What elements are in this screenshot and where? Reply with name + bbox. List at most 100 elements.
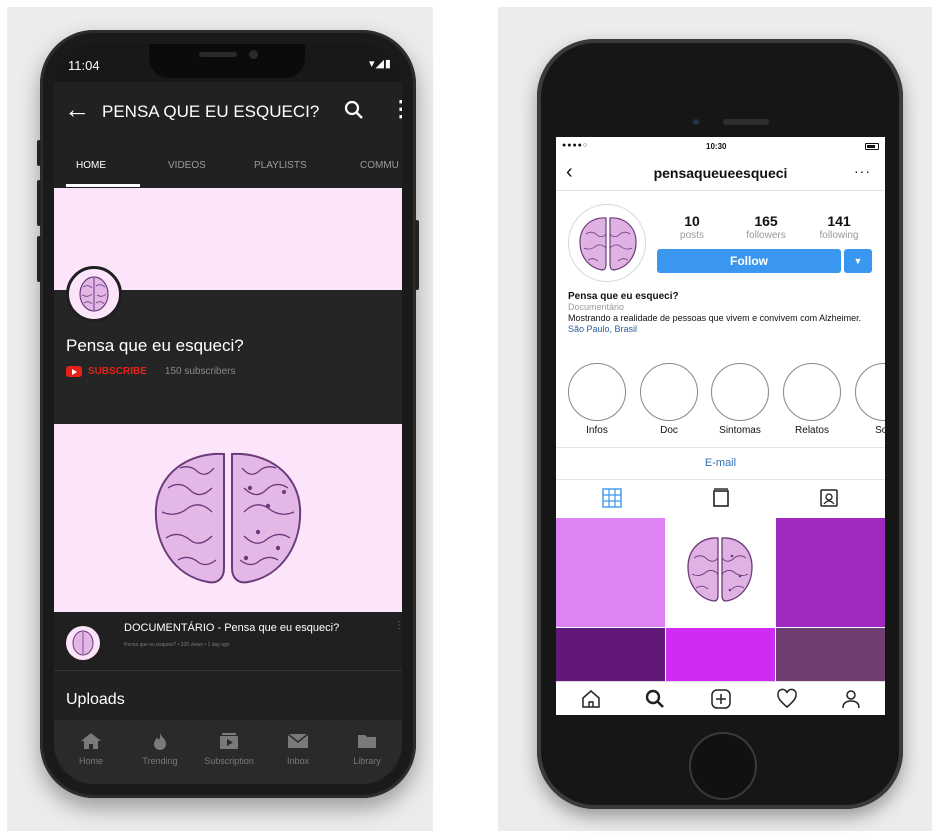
profile-bio: Pensa que eu esqueci? Documentário Mostr… bbox=[568, 291, 868, 335]
flame-icon bbox=[154, 733, 166, 750]
tab-playlists[interactable]: PLAYLISTS bbox=[254, 160, 307, 171]
email-button[interactable]: E-mail bbox=[556, 447, 885, 479]
stat-followers-label: followers bbox=[746, 230, 786, 241]
post-tile[interactable] bbox=[776, 628, 885, 681]
nav-home-label: Home bbox=[78, 756, 103, 766]
post-tile[interactable] bbox=[556, 628, 665, 681]
highlight-label: Doc bbox=[660, 425, 678, 436]
nav-home[interactable]: Home bbox=[56, 720, 126, 784]
bio-location-link[interactable]: São Paulo, Brasil bbox=[568, 324, 868, 335]
channel-name: Pensa que eu esqueci? bbox=[66, 336, 244, 355]
heart-icon[interactable] bbox=[776, 688, 798, 710]
post-tile[interactable] bbox=[666, 518, 775, 627]
highlight-relatos[interactable]: Relatos bbox=[782, 363, 842, 436]
bio-text: Mostrando a realidade de pessoas que viv… bbox=[568, 313, 862, 323]
profile-avatar[interactable] bbox=[568, 204, 646, 282]
subscribe-button[interactable]: SUBSCRIBE bbox=[88, 366, 147, 377]
mail-icon bbox=[287, 733, 309, 748]
home-icon[interactable] bbox=[580, 688, 602, 710]
grid-icon[interactable] bbox=[601, 488, 623, 508]
highlight-label: Sob bbox=[875, 425, 885, 436]
back-arrow-icon[interactable]: ← bbox=[64, 96, 90, 122]
tab-home[interactable]: HOME bbox=[76, 160, 106, 171]
bottom-navigation: Home Trending Subscription Inbox Library bbox=[54, 720, 402, 784]
stat-posts-value: 10 bbox=[684, 213, 700, 229]
more-horiz-icon[interactable]: ··· bbox=[854, 163, 871, 179]
highlight-circle bbox=[711, 363, 769, 421]
stat-following[interactable]: 141 following bbox=[804, 213, 874, 241]
nav-subscription[interactable]: Subscription bbox=[194, 720, 264, 784]
profile-icon[interactable] bbox=[840, 688, 862, 710]
notch-speaker bbox=[199, 52, 237, 57]
highlight-sobre[interactable]: Sob bbox=[854, 363, 885, 436]
signal-icon: ●●●●○ bbox=[562, 142, 589, 149]
phone-home-button[interactable] bbox=[689, 732, 757, 800]
post-tile[interactable] bbox=[776, 518, 885, 627]
video-meta: Pensa que eu esqueci? • 320 views • 1 da… bbox=[124, 642, 230, 648]
uploads-heading: Uploads bbox=[66, 691, 125, 708]
subscriptions-icon bbox=[220, 733, 238, 749]
nav-library[interactable]: Library bbox=[332, 720, 402, 784]
bottom-tab-bar bbox=[556, 681, 885, 715]
stat-followers[interactable]: 165 followers bbox=[731, 213, 801, 241]
brain-illustration bbox=[687, 537, 753, 602]
tagged-icon[interactable] bbox=[818, 488, 840, 508]
profile-content-tabs bbox=[556, 479, 885, 517]
highlight-label: Infos bbox=[586, 425, 608, 436]
highlight-sintomas[interactable]: Sintomas bbox=[710, 363, 770, 436]
follow-button[interactable]: Follow bbox=[657, 249, 841, 273]
phone-notch bbox=[149, 44, 305, 78]
post-tile[interactable] bbox=[556, 518, 665, 627]
status-time: 10:30 bbox=[706, 142, 727, 151]
highlight-label: Relatos bbox=[795, 425, 829, 436]
featured-video-row[interactable]: DOCUMENTÁRIO - Pensa que eu esqueci? Pen… bbox=[54, 612, 402, 670]
add-post-icon[interactable] bbox=[710, 688, 732, 710]
bio-name: Pensa que eu esqueci? bbox=[568, 291, 679, 302]
video-channel-avatar bbox=[66, 626, 100, 660]
status-bar: ●●●●○ 10:30 bbox=[556, 137, 885, 157]
phone-side-button bbox=[37, 140, 41, 166]
search-icon[interactable] bbox=[644, 688, 666, 710]
phone-side-button bbox=[415, 220, 419, 290]
battery-icon bbox=[865, 143, 879, 150]
nav-inbox[interactable]: Inbox bbox=[263, 720, 333, 784]
feed-icon[interactable] bbox=[710, 488, 732, 508]
stat-posts[interactable]: 10 posts bbox=[657, 213, 727, 241]
tab-community[interactable]: COMMU bbox=[360, 160, 399, 171]
bio-category: Documentário bbox=[568, 302, 625, 312]
subscriber-count: 150 subscribers bbox=[164, 366, 236, 377]
uploads-section: Uploads bbox=[54, 670, 402, 720]
nav-trending[interactable]: Trending bbox=[125, 720, 195, 784]
highlight-circle bbox=[855, 363, 885, 421]
suggestions-dropdown-button[interactable]: ▼ bbox=[844, 249, 872, 273]
video-title[interactable]: DOCUMENTÁRIO - Pensa que eu esqueci? bbox=[124, 622, 339, 634]
highlight-doc[interactable]: Doc bbox=[639, 363, 699, 436]
nav-subscription-label: Subscription bbox=[204, 756, 254, 766]
more-vert-icon[interactable]: ⋮ bbox=[390, 96, 402, 122]
channel-tabs: HOME VIDEOS PLAYLISTS COMMU bbox=[54, 142, 402, 188]
folder-icon bbox=[358, 735, 376, 748]
youtube-screen: 11:04 ▾◢▮ ← PENSA QUE EU ESQUECI? ⋮ HOME… bbox=[54, 44, 402, 784]
nav-library-label: Library bbox=[353, 756, 381, 766]
search-icon[interactable] bbox=[344, 100, 364, 126]
status-time: 11:04 bbox=[68, 58, 100, 73]
tab-videos[interactable]: VIDEOS bbox=[168, 160, 206, 171]
profile-nav-bar: ‹ pensaqueueesqueci ··· bbox=[556, 157, 885, 191]
brain-illustration bbox=[154, 452, 302, 584]
channel-header: ← PENSA QUE EU ESQUECI? ⋮ bbox=[54, 82, 402, 142]
highlight-circle bbox=[568, 363, 626, 421]
home-icon bbox=[81, 733, 101, 749]
highlight-circle bbox=[783, 363, 841, 421]
video-thumbnail[interactable] bbox=[54, 424, 402, 612]
active-tab-indicator bbox=[66, 184, 140, 187]
post-tile[interactable] bbox=[666, 628, 775, 681]
video-more-icon[interactable]: ⋮ bbox=[394, 620, 402, 631]
stat-posts-label: posts bbox=[680, 230, 704, 241]
channel-header-title: PENSA QUE EU ESQUECI? bbox=[102, 102, 320, 121]
phone-side-button bbox=[37, 236, 41, 282]
subscribe-row: SUBSCRIBE 150 subscribers bbox=[66, 366, 236, 382]
highlight-infos[interactable]: Infos bbox=[567, 363, 627, 436]
nav-inbox-label: Inbox bbox=[286, 756, 310, 766]
channel-avatar[interactable] bbox=[66, 266, 122, 322]
instagram-screen: ●●●●○ 10:30 ‹ pensaqueueesqueci ··· 10 p… bbox=[556, 137, 885, 715]
